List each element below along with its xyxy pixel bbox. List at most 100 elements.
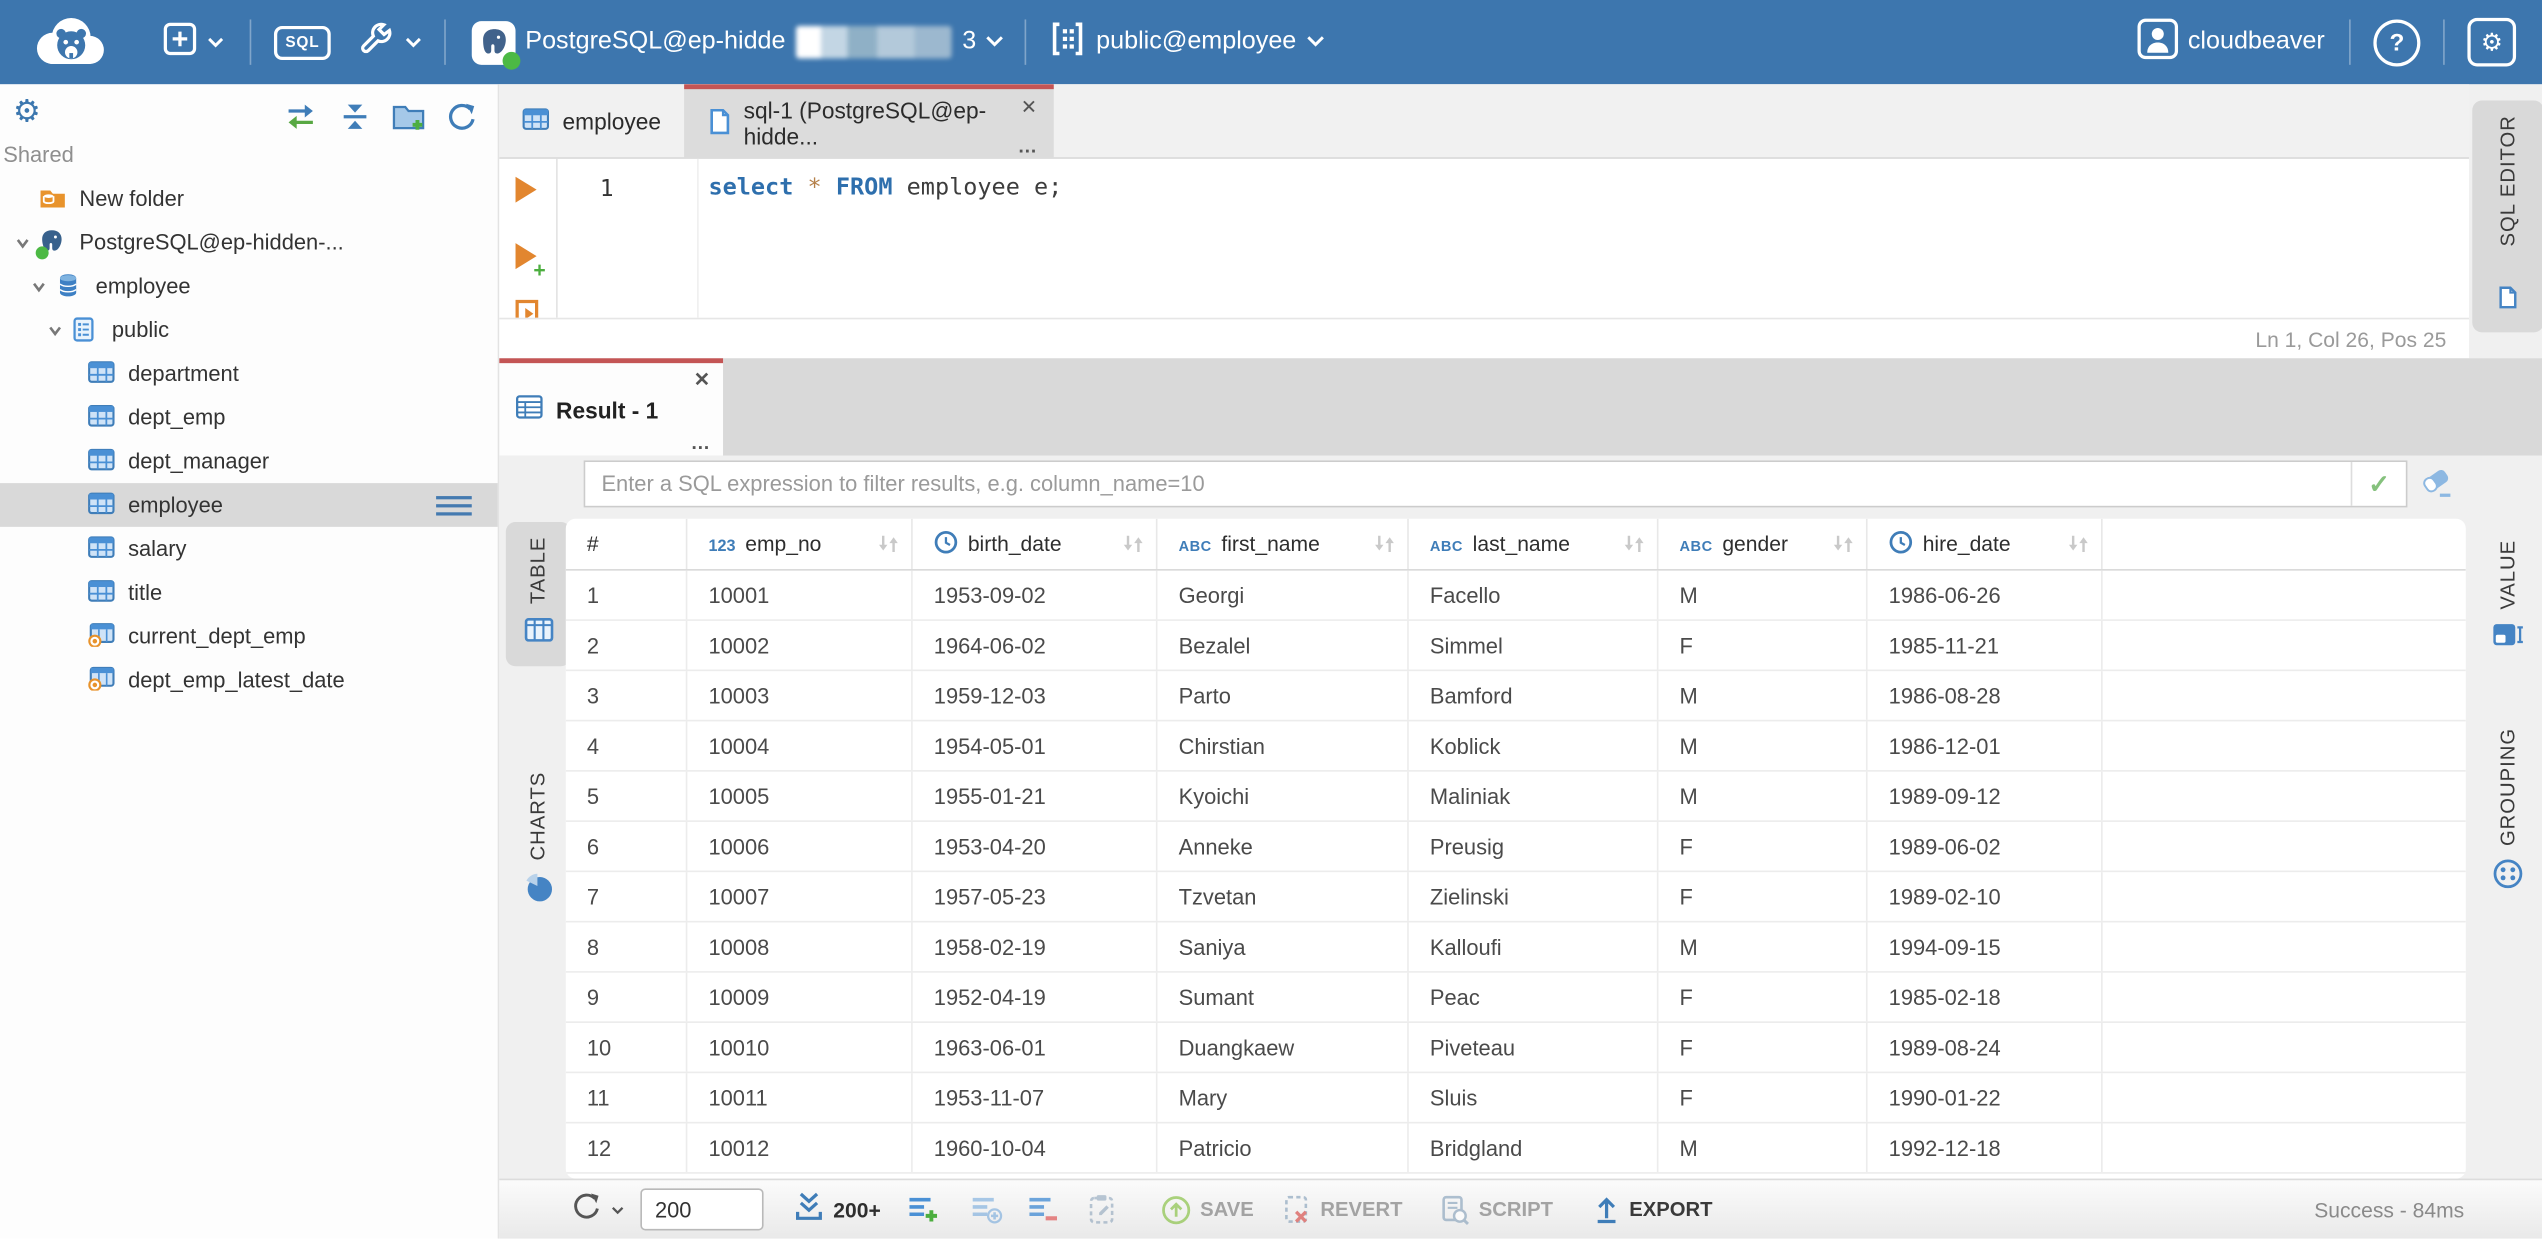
sort-icon[interactable] — [1373, 533, 1396, 554]
table-row[interactable]: 11 10011 1953-11-07 Mary Sluis F 1990-01-22 — [565, 1073, 2466, 1124]
tab-charts-view[interactable]: CHARTS — [506, 757, 571, 925]
grid-cell[interactable]: M — [1658, 570, 1868, 620]
tree-item-dept-emp-latest-date[interactable]: dept_emp_latest_date — [0, 658, 498, 702]
grid-cell[interactable]: M — [1658, 671, 1868, 720]
grid-cell[interactable]: 10008 — [687, 922, 913, 972]
table-row[interactable]: 8 10008 1958-02-19 Saniya Kalloufi M 1994-09-1… — [565, 922, 2466, 973]
fetch-more-button[interactable]: 200+ — [793, 1189, 881, 1230]
grid-cell[interactable]: Kalloufi — [1409, 922, 1659, 972]
grid-cell[interactable]: Bamford — [1409, 671, 1659, 720]
sync-connection-icon[interactable] — [282, 101, 319, 142]
tree-item-public[interactable]: public — [0, 308, 498, 352]
sql-editor[interactable]: + 1 select * FROM employee e; — [499, 158, 2470, 335]
grid-cell[interactable]: 1994-09-15 — [1868, 922, 2103, 972]
tab-sql-editor-panel[interactable]: SQL EDITOR — [2472, 100, 2542, 333]
grid-cell[interactable]: Kyoichi — [1158, 771, 1409, 821]
table-row[interactable]: 10 10010 1963-06-01 Duangkaew Piveteau F 1989-… — [565, 1022, 2466, 1074]
save-button[interactable]: SAVE — [1161, 1194, 1254, 1225]
expand-chevron-icon[interactable] — [23, 278, 55, 294]
grid-cell[interactable]: Anneke — [1158, 821, 1409, 871]
grid-cell[interactable]: Koblick — [1409, 721, 1659, 771]
grid-cell[interactable]: Peac — [1409, 972, 1659, 1022]
refresh-results-button[interactable] — [571, 1189, 624, 1230]
grid-cell[interactable]: 10003 — [687, 671, 913, 720]
grid-cell[interactable]: 10010 — [687, 1022, 913, 1072]
expand-chevron-icon[interactable] — [39, 322, 71, 338]
export-button[interactable]: EXPORT — [1592, 1195, 1713, 1224]
refresh-icon[interactable] — [446, 101, 478, 142]
grid-cell[interactable]: 1986-06-26 — [1868, 570, 2103, 620]
filter-input[interactable] — [585, 462, 2351, 506]
grid-cell[interactable]: 1986-08-28 — [1868, 671, 2103, 720]
grid-cell[interactable]: F — [1658, 872, 1868, 921]
driver-manager-button[interactable] — [357, 19, 422, 66]
user-menu[interactable]: cloudbeaver — [2136, 17, 2325, 67]
grid-cell[interactable]: Facello — [1409, 570, 1659, 620]
new-connection-button[interactable] — [162, 20, 224, 64]
row-number-cell[interactable]: 10 — [566, 1022, 688, 1072]
grid-cell[interactable]: Sluis — [1409, 1073, 1659, 1122]
grid-cell[interactable]: 1990-01-22 — [1868, 1073, 2103, 1122]
grid-cell[interactable]: 1986-12-01 — [1868, 721, 2103, 771]
grid-cell[interactable]: Georgi — [1158, 570, 1409, 620]
tree-item-employee[interactable]: employee — [0, 483, 498, 527]
collapse-all-icon[interactable] — [339, 101, 371, 142]
grid-cell[interactable]: 1959-12-03 — [913, 671, 1158, 720]
column-header-hire_date[interactable]: hire_date — [1868, 518, 2103, 570]
sort-icon[interactable] — [1623, 533, 1646, 554]
row-number-cell[interactable]: 12 — [566, 1123, 688, 1173]
apply-filter-button[interactable]: ✓ — [2350, 462, 2406, 506]
grid-cell[interactable]: Simmel — [1409, 620, 1659, 670]
grid-cell[interactable]: M — [1658, 721, 1868, 771]
grid-cell[interactable]: 10005 — [687, 771, 913, 821]
tree-item-new-folder[interactable]: New folder — [0, 177, 498, 221]
sql-editor-button[interactable]: SQL — [273, 25, 331, 60]
row-number-cell[interactable]: 5 — [566, 771, 688, 821]
grid-cell[interactable]: 1953-09-02 — [913, 570, 1158, 620]
revert-button[interactable]: REVERT — [1283, 1194, 1403, 1225]
row-number-cell[interactable]: 1 — [566, 570, 688, 620]
grid-cell[interactable]: 1989-09-12 — [1868, 771, 2103, 821]
grid-cell[interactable]: Duangkaew — [1158, 1022, 1409, 1072]
table-row[interactable]: 9 10009 1952-04-19 Sumant Peac F 1985-02-18 — [565, 972, 2466, 1023]
sort-icon[interactable] — [2067, 533, 2090, 554]
grid-cell[interactable]: Bezalel — [1158, 620, 1409, 670]
column-header-birth_date[interactable]: birth_date — [913, 518, 1158, 570]
row-number-cell[interactable]: 2 — [566, 620, 688, 670]
grid-cell[interactable]: F — [1658, 620, 1868, 670]
sidebar-settings-button[interactable]: ⚙ — [13, 97, 41, 128]
tab-value-panel[interactable]: VALUE — [2472, 525, 2542, 671]
grid-cell[interactable]: 1989-08-24 — [1868, 1022, 2103, 1072]
row-number-cell[interactable]: 9 — [566, 972, 688, 1022]
grid-cell[interactable]: 10004 — [687, 721, 913, 771]
grid-cell[interactable]: 1989-02-10 — [1868, 872, 2103, 921]
execute-query-icon[interactable] — [515, 176, 537, 203]
grid-cell[interactable]: 1985-02-18 — [1868, 972, 2103, 1022]
grid-cell[interactable]: 1954-05-01 — [913, 721, 1158, 771]
grid-cell[interactable]: 10006 — [687, 821, 913, 871]
grid-cell[interactable]: Saniya — [1158, 922, 1409, 972]
row-number-cell[interactable]: 6 — [566, 821, 688, 871]
tab-employee[interactable]: employee — [499, 84, 683, 157]
grid-cell[interactable]: 1985-11-21 — [1868, 620, 2103, 670]
row-number-cell[interactable]: 8 — [566, 922, 688, 972]
tree-item-department[interactable]: department — [0, 352, 498, 396]
grid-cell[interactable]: 10011 — [687, 1073, 913, 1122]
grid-cell[interactable]: Parto — [1158, 671, 1409, 720]
grid-cell[interactable]: Bridgland — [1409, 1123, 1659, 1173]
row-limit-input[interactable] — [640, 1188, 764, 1231]
grid-cell[interactable]: 1992-12-18 — [1868, 1123, 2103, 1173]
grid-cell[interactable]: Chirstian — [1158, 721, 1409, 771]
settings-button[interactable]: ⚙ — [2467, 17, 2517, 67]
row-number-cell[interactable]: 7 — [566, 872, 688, 921]
tree-item-dept-manager[interactable]: dept_manager — [0, 439, 498, 483]
sql-code-line[interactable]: select * FROM employee e; — [708, 175, 1062, 201]
tree-item-employee[interactable]: employee — [0, 264, 498, 308]
tab-table-view[interactable]: TABLE — [505, 522, 571, 666]
grid-cell[interactable]: Mary — [1158, 1073, 1409, 1122]
grid-cell[interactable]: M — [1658, 922, 1868, 972]
tree-item-salary[interactable]: salary — [0, 527, 498, 571]
grid-cell[interactable]: 1963-06-01 — [913, 1022, 1158, 1072]
grid-cell[interactable]: Sumant — [1158, 972, 1409, 1022]
grid-cell[interactable]: F — [1658, 821, 1868, 871]
